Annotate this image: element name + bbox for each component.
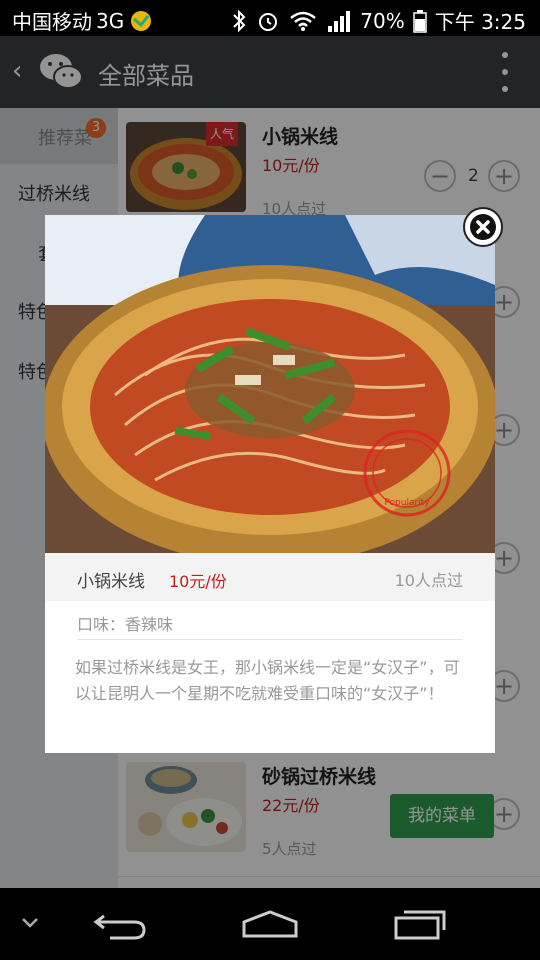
recent-apps-icon[interactable]	[392, 908, 448, 942]
bluetooth-icon	[233, 9, 246, 32]
dish-description: 如果过桥米线是女王，那小锅米线一定是“女汉子”，可以让昆明人一个星期不吃就难受重…	[75, 658, 460, 703]
taste-label: 口味：香辣味	[77, 615, 174, 634]
dish-photo: Popularity	[45, 215, 495, 553]
battery-icon	[412, 9, 427, 33]
wifi-icon	[290, 11, 317, 31]
alarm-icon	[259, 12, 278, 31]
back-nav-icon[interactable]	[92, 908, 148, 942]
app-notification-icon	[131, 10, 152, 31]
dish-info-bar: 小锅米线 10元/份 10人点过	[45, 553, 495, 601]
system-nav-bar	[0, 888, 540, 960]
dish-detail-modal: Popularity 小锅米线 10元/份 10人点过 口味：香辣味 如果过桥米…	[45, 215, 495, 753]
battery-label: 70%	[360, 8, 405, 33]
carrier-label: 中国移动	[12, 10, 92, 34]
network-label: 3G	[96, 8, 125, 33]
status-bar: 中国移动 3G 70% 下午 3:25	[0, 0, 540, 36]
divider	[77, 639, 463, 640]
close-icon[interactable]	[463, 207, 503, 247]
chevron-down-icon[interactable]	[20, 916, 40, 930]
signal-icon	[328, 10, 351, 32]
modal-dish-name: 小锅米线	[77, 572, 145, 592]
modal-dish-price: 10元/份	[169, 572, 227, 591]
clock-label: 下午 3:25	[434, 10, 526, 34]
modal-sold-count: 10人点过	[394, 571, 463, 590]
popularity-stamp: Popularity	[384, 498, 430, 508]
home-nav-icon[interactable]	[240, 908, 300, 940]
